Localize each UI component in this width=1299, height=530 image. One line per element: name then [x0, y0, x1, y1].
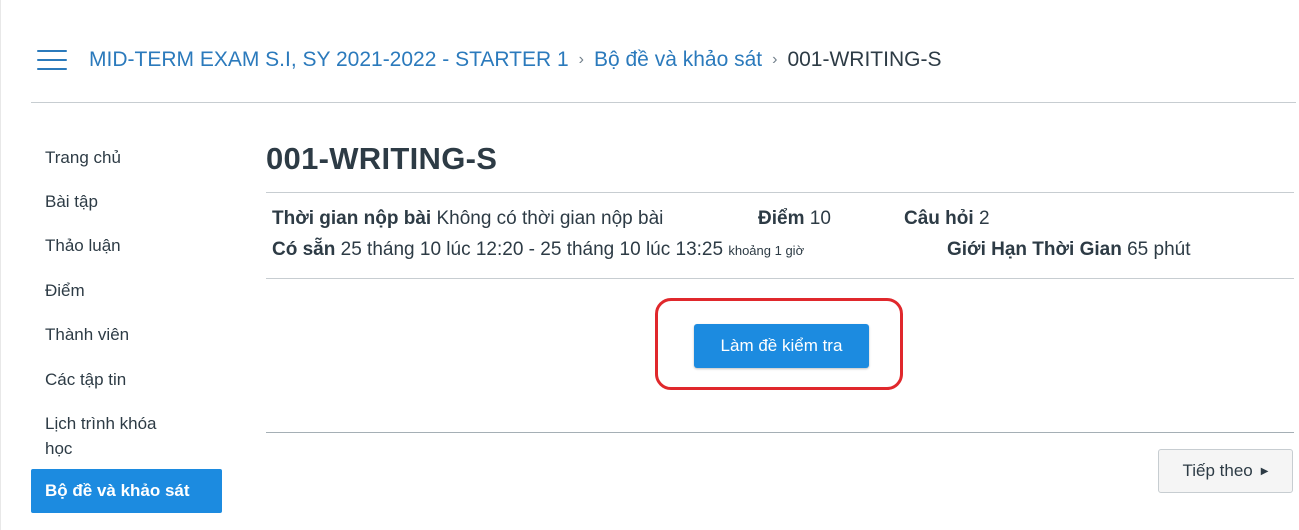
- available-label: Có sẵn: [272, 239, 336, 260]
- breadcrumb-course-link[interactable]: MID-TERM EXAM S.I, SY 2021-2022 - STARTE…: [89, 48, 569, 72]
- available-value: 25 tháng 10 lúc 12:20 - 25 tháng 10 lúc …: [340, 239, 724, 260]
- sidebar-item-assignments[interactable]: Bài tập: [31, 189, 225, 214]
- questions-detail: Câu hỏi 2: [904, 208, 990, 230]
- questions-value: 2: [978, 208, 990, 229]
- take-quiz-button[interactable]: Làm đề kiểm tra: [694, 324, 869, 368]
- sidebar-item-syllabus[interactable]: Lịch trình khóa học: [31, 411, 175, 461]
- page-title: 001-WRITING-S: [266, 141, 498, 176]
- next-button[interactable]: Tiếp theo ▶: [1158, 449, 1293, 493]
- breadcrumb-section-link[interactable]: Bộ đề và khảo sát: [594, 48, 762, 72]
- points-value: 10: [809, 208, 831, 229]
- time-limit-value: 65 phút: [1127, 239, 1191, 260]
- breadcrumb: MID-TERM EXAM S.I, SY 2021-2022 - STARTE…: [89, 46, 941, 74]
- questions-label: Câu hỏi: [904, 208, 974, 229]
- breadcrumb-separator-icon: ›: [578, 51, 584, 68]
- next-label: Tiếp theo: [1182, 461, 1253, 480]
- sidebar-item-quizzes[interactable]: Bộ đề và khảo sát: [31, 469, 222, 513]
- available-duration: khoảng 1 giờ: [728, 243, 805, 258]
- sidebar-item-discussions[interactable]: Thảo luận: [31, 233, 225, 258]
- breadcrumb-separator-icon: ›: [772, 51, 778, 68]
- points-label: Điểm: [758, 208, 805, 229]
- due-label: Thời gian nộp bài: [272, 208, 432, 229]
- sidebar-item-files[interactable]: Các tập tin: [31, 367, 225, 392]
- sidebar-item-home[interactable]: Trang chủ: [31, 145, 225, 170]
- time-limit-label: Giới Hạn Thời Gian: [947, 239, 1122, 260]
- points-detail: Điểm 10: [758, 208, 831, 230]
- quiz-details: Thời gian nộp bài Không có thời gian nộp…: [266, 192, 1294, 279]
- available-detail: Có sẵn 25 tháng 10 lúc 12:20 - 25 tháng …: [272, 239, 804, 261]
- app-frame: MID-TERM EXAM S.I, SY 2021-2022 - STARTE…: [0, 0, 1299, 530]
- sidebar-item-grades[interactable]: Điểm: [31, 278, 225, 303]
- sidebar-item-people[interactable]: Thành viên: [31, 322, 225, 347]
- hamburger-menu-icon[interactable]: [37, 50, 67, 70]
- due-value: Không có thời gian nộp bài: [436, 208, 664, 229]
- page-header: MID-TERM EXAM S.I, SY 2021-2022 - STARTE…: [31, 40, 1296, 103]
- time-limit-detail: Giới Hạn Thời Gian 65 phút: [947, 239, 1191, 261]
- breadcrumb-current: 001-WRITING-S: [787, 48, 942, 71]
- triangle-right-icon: ▶: [1260, 465, 1269, 477]
- quiz-action-area: Làm đề kiểm tra: [266, 277, 1294, 433]
- due-detail: Thời gian nộp bài Không có thời gian nộp…: [272, 208, 663, 230]
